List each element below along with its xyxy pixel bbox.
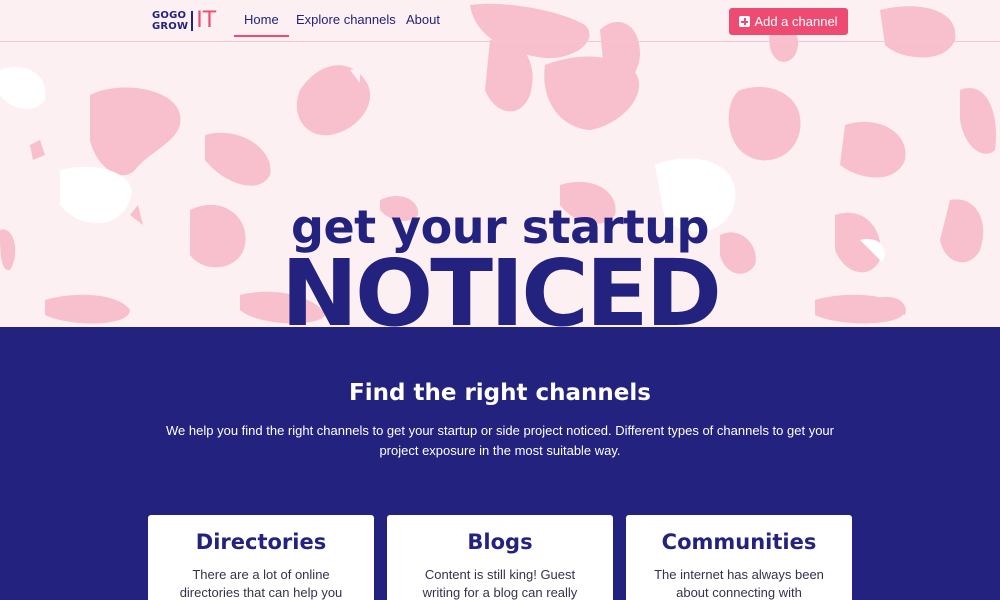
logo-divider bbox=[191, 11, 194, 31]
plus-square-icon bbox=[739, 16, 751, 27]
logo-words: GOGO GROW bbox=[152, 10, 188, 32]
nav-link-explore-channels[interactable]: Explore channels bbox=[296, 12, 396, 27]
hero-headline: get your startup bbox=[291, 200, 709, 254]
logo-line2: GROW bbox=[152, 21, 189, 32]
add-channel-label: Add a channel bbox=[754, 14, 838, 29]
section-title: Find the right channels bbox=[349, 380, 651, 406]
card-text: There are a lot of online directories th… bbox=[179, 567, 343, 600]
section-description: We help you find the right channels to g… bbox=[166, 423, 834, 458]
card-directories[interactable]: Directories There are a lot of online di… bbox=[148, 515, 374, 600]
hero-section: GOGO GROW IT Home Explore channels About… bbox=[0, 0, 1000, 327]
card-text: Content is still king! Guest writing for… bbox=[422, 567, 578, 600]
card-communities[interactable]: Communities The internet has always been… bbox=[626, 515, 852, 600]
channels-section: Find the right channels We help you find… bbox=[0, 327, 1000, 600]
card-title: Directories bbox=[195, 530, 327, 554]
logo[interactable]: GOGO GROW IT bbox=[152, 9, 216, 33]
top-nav: GOGO GROW IT Home Explore channels About… bbox=[0, 0, 1000, 42]
logo-it: IT bbox=[196, 8, 217, 33]
card-title: Communities bbox=[661, 530, 817, 554]
logo-line1: GOGO bbox=[152, 10, 187, 21]
add-channel-button[interactable]: Add a channel bbox=[729, 8, 848, 35]
card-title: Blogs bbox=[467, 530, 533, 554]
card-blogs[interactable]: Blogs Content is still king! Guest writi… bbox=[387, 515, 613, 600]
nav-link-home[interactable]: Home bbox=[234, 12, 289, 37]
card-text: The internet has always been about conne… bbox=[654, 567, 824, 600]
hero-headline-big: NOTICED bbox=[281, 248, 722, 327]
nav-link-about[interactable]: About bbox=[406, 12, 440, 27]
